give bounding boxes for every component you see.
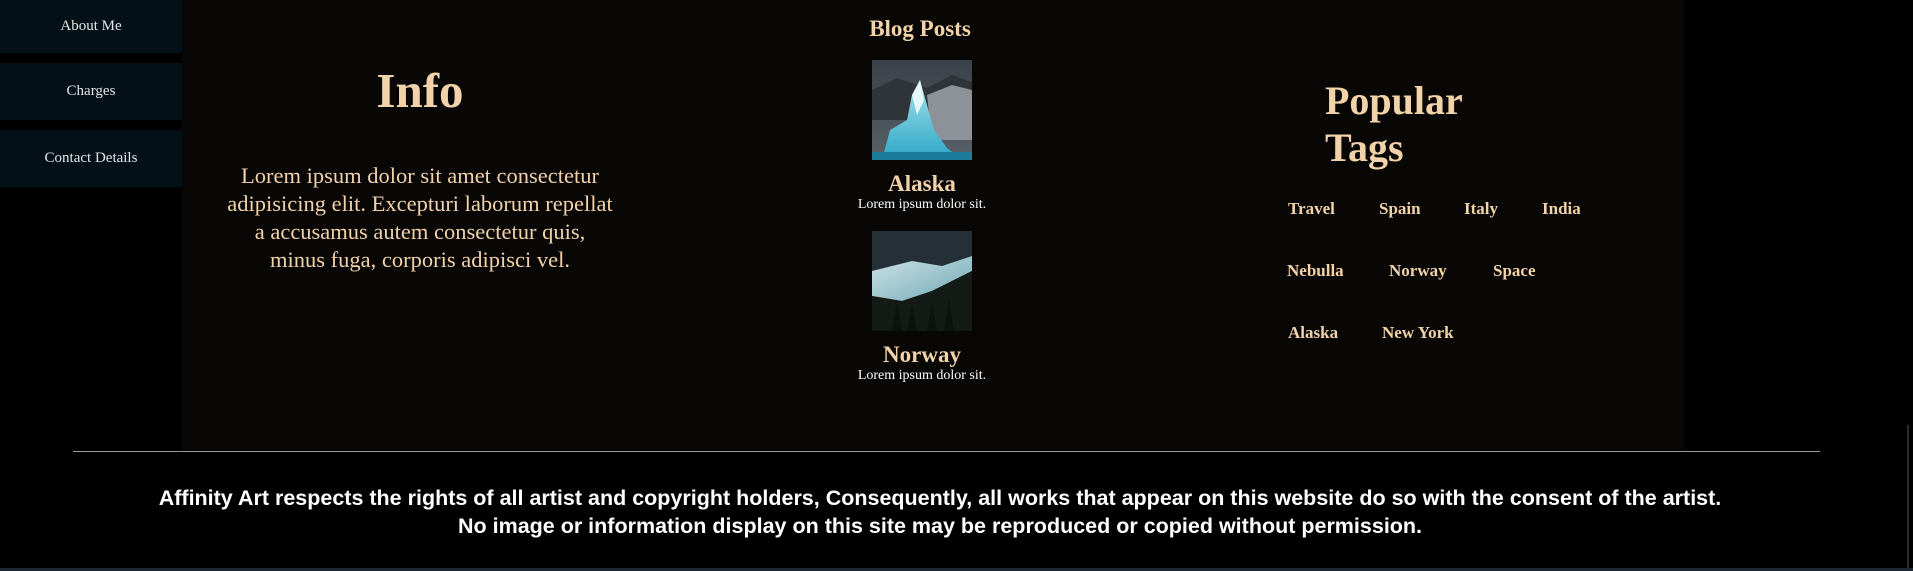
tag-italy[interactable]: Italy <box>1464 199 1498 219</box>
tag-space[interactable]: Space <box>1493 261 1536 281</box>
copyright-line-1: Affinity Art respects the rights of all … <box>158 486 1722 510</box>
tag-spain[interactable]: Spain <box>1379 199 1421 219</box>
blog-post-alaska[interactable]: Alaska Lorem ipsum dolor sit. <box>822 60 1022 213</box>
sidebar-item-contact-details[interactable]: Contact Details <box>0 130 182 187</box>
lake-photo[interactable] <box>872 231 972 331</box>
popular-tags-title-line1: Popular <box>1325 78 1463 123</box>
blog-post-description: Lorem ipsum dolor sit. <box>857 368 987 383</box>
glacier-photo[interactable] <box>872 60 972 160</box>
tag-new-york[interactable]: New York <box>1382 323 1454 343</box>
blog-post-title: Norway <box>883 342 961 367</box>
copyright-notice: Affinity Art respects the rights of all … <box>0 484 1880 540</box>
blog-post-description: Lorem ipsum dolor sit. <box>857 197 987 212</box>
sidebar-item-label: About Me <box>60 18 122 34</box>
sidebar-item-charges[interactable]: Charges <box>0 63 182 120</box>
tag-alaska[interactable]: Alaska <box>1288 323 1338 343</box>
sidebar-item-label: Contact Details <box>44 150 138 166</box>
tag-india[interactable]: India <box>1542 199 1581 219</box>
scrollbar[interactable] <box>1907 425 1909 571</box>
sidebar-item-label: Charges <box>66 83 116 99</box>
blog-post-title: Alaska <box>888 171 956 196</box>
sidebar-item-about-me[interactable]: About Me <box>0 0 182 53</box>
blog-posts-title: Blog Posts <box>869 16 971 41</box>
info-text: Lorem ipsum dolor sit amet consectetur a… <box>227 163 613 272</box>
footer-divider <box>73 451 1820 452</box>
popular-tags-title-line2: Tags <box>1325 125 1404 170</box>
sidebar: About Me Charges Contact Details <box>0 0 182 197</box>
tag-nebulla[interactable]: Nebulla <box>1287 261 1344 281</box>
blog-post-norway[interactable]: Norway Lorem ipsum dolor sit. <box>822 231 1022 384</box>
copyright-line-2: No image or information display on this … <box>457 514 1423 538</box>
info-title: Info <box>376 63 464 118</box>
tag-travel[interactable]: Travel <box>1288 199 1335 219</box>
popular-tags-title: Popular Tags <box>1325 77 1463 171</box>
tag-norway[interactable]: Norway <box>1389 261 1447 281</box>
